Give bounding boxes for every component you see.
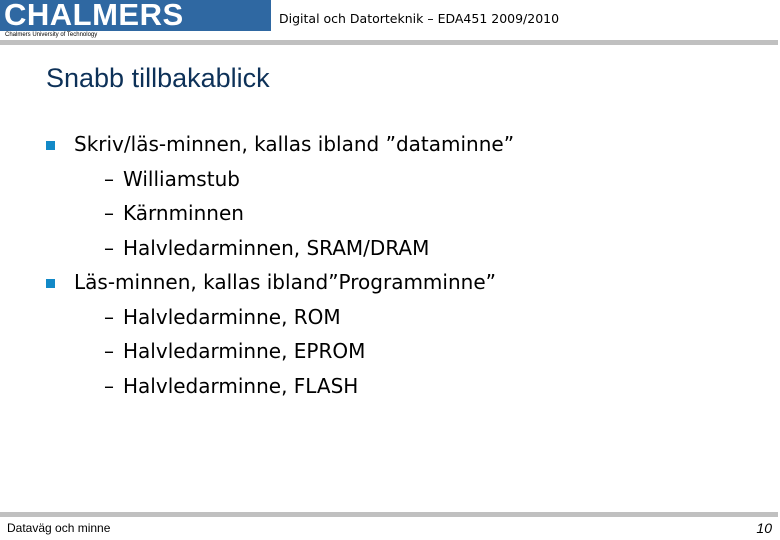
list-item: Läs-minnen, kallas ibland”Programminne”	[46, 265, 746, 300]
square-bullet-icon	[46, 141, 55, 150]
chalmers-logo: CHALMERS	[0, 0, 271, 32]
sub-list-item-text: Halvledarminne, ROM	[123, 304, 341, 329]
sub-list-item: – Halvledarminne, EPROM	[46, 334, 746, 369]
square-bullet-icon	[46, 279, 55, 288]
slide: CHALMERS Chalmers University of Technolo…	[0, 0, 780, 540]
sub-list-item-text: Halvledarminne, EPROM	[123, 339, 366, 363]
sub-list-item: – Halvledarminne, ROM	[46, 300, 746, 335]
sub-list-item-text: Kärnminnen	[123, 201, 244, 225]
course-title: Digital och Datorteknik – EDA451 2009/20…	[279, 11, 560, 26]
footer-divider	[0, 512, 778, 517]
dash-icon: –	[104, 373, 114, 398]
dash-icon: –	[104, 235, 114, 260]
list-item: Skriv/läs-minnen, kallas ibland ”datamin…	[46, 127, 746, 162]
page-number: 10	[756, 520, 772, 536]
sub-list-item-text: Halvledarminne, FLASH	[123, 373, 359, 398]
slide-title: Snabb tillbakablick	[46, 63, 270, 93]
sub-list-item: – Williamstub	[46, 162, 746, 197]
logo-text: CHALMERS	[4, 0, 184, 32]
sub-list-item: – Halvledarminne, FLASH	[46, 369, 746, 404]
list-item-text: Skriv/läs-minnen, kallas ibland ”datamin…	[74, 132, 515, 156]
sub-list-item: – Kärnminnen	[46, 196, 746, 231]
sub-list-item-text: Williamstub	[123, 166, 240, 191]
dash-icon: –	[104, 304, 114, 329]
list-item-text: Läs-minnen, kallas ibland”Programminne”	[74, 270, 496, 294]
dash-icon: –	[104, 166, 114, 191]
logo-subtitle: Chalmers University of Technology	[5, 32, 98, 38]
bullet-list: Skriv/läs-minnen, kallas ibland ”datamin…	[46, 127, 746, 403]
dash-icon: –	[104, 201, 114, 225]
header-divider	[0, 40, 778, 45]
footer-section-title: Dataväg och minne	[7, 521, 111, 535]
dash-icon: –	[104, 339, 114, 363]
sub-list-item: – Halvledarminnen, SRAM/DRAM	[46, 231, 746, 266]
sub-list-item-text: Halvledarminnen, SRAM/DRAM	[123, 235, 430, 260]
